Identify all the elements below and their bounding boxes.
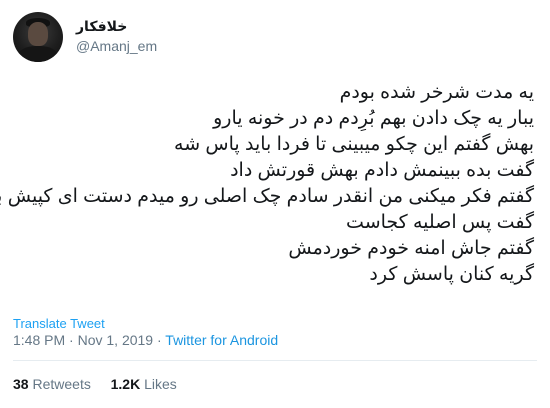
tweet-line: گفتم فکر میکنی من انقدر سادم چک اصلی رو … <box>0 186 534 207</box>
tweet-line: گفتم جاش امنه خودم خوردمش <box>288 238 534 259</box>
avatar-face <box>28 22 48 46</box>
tweet-date[interactable]: Nov 1, 2019 <box>78 332 154 348</box>
tweet-line: گفت بده ببینمش دادم بهش قورتش داد <box>230 160 534 181</box>
tweet-line: گفت پس اصلیه کجاست <box>346 212 534 233</box>
tweet-line: یبار یه چک دادن بهم بُرِدم دم در خونه یا… <box>213 108 534 129</box>
retweets-label: Retweets <box>32 376 91 392</box>
tweet-source-link[interactable]: Twitter for Android <box>165 332 278 348</box>
likes-count: 1.2K <box>110 376 141 392</box>
tweet-time[interactable]: 1:48 PM <box>13 332 65 348</box>
divider <box>13 360 537 361</box>
avatar[interactable] <box>13 12 63 62</box>
tweet-line: یه مدت شرخر شده بودم <box>339 82 534 103</box>
author-names[interactable]: خلافکار @Amanj_em <box>76 18 157 55</box>
tweet-text: یه مدت شرخر شده بودم یبار یه چک دادن بهم… <box>0 80 534 288</box>
author-display-name[interactable]: خلافکار <box>76 18 157 34</box>
author-handle[interactable]: @Amanj_em <box>76 37 157 55</box>
tweet-meta: 1:48 PM · Nov 1, 2019 · Twitter for Andr… <box>13 331 278 349</box>
likes-label: Likes <box>144 376 177 392</box>
translate-tweet-link[interactable]: Translate Tweet <box>13 316 105 331</box>
tweet-stats: 38 Retweets 1.2K Likes <box>13 376 177 392</box>
likes-stat[interactable]: 1.2K Likes <box>111 376 177 392</box>
avatar-shoulders <box>18 46 58 62</box>
meta-separator: · <box>156 332 162 348</box>
meta-separator: · <box>69 332 74 348</box>
retweets-stat[interactable]: 38 Retweets <box>13 376 91 392</box>
retweets-count: 38 <box>13 376 29 392</box>
tweet-line: بهش گفتم این چکو میبینی تا فردا باید پاس… <box>174 134 534 155</box>
tweet-line: گریه کنان پاسش کرد <box>369 264 534 285</box>
tweet-header: خلافکار @Amanj_em <box>13 12 533 64</box>
